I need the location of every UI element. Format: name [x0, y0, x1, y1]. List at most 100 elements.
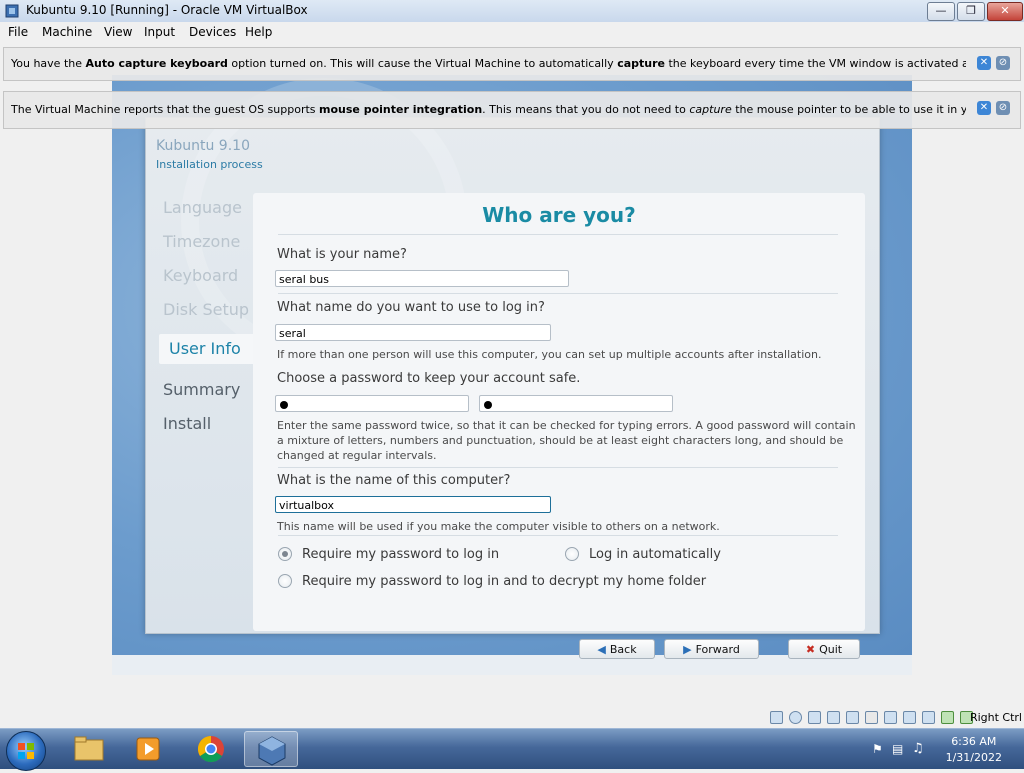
password-mask: [484, 401, 492, 409]
shared-folders-icon[interactable]: [865, 711, 878, 724]
media-player-icon: [136, 737, 160, 761]
minimize-icon: —: [935, 4, 947, 17]
system-tray: ⚑ ▤ ♫ 6:36 AM 1/31/2022: [854, 729, 1024, 769]
computer-name-label: What is the name of this computer?: [277, 473, 511, 488]
require-password-decrypt-radio[interactable]: [278, 574, 292, 588]
back-button[interactable]: ◀ Back: [579, 639, 655, 659]
display-icon[interactable]: [884, 711, 897, 724]
virtualbox-icon: [258, 736, 286, 766]
menu-devices[interactable]: Devices: [189, 25, 236, 39]
username-field[interactable]: seral: [275, 324, 551, 341]
action-center-icon[interactable]: ⚑: [872, 742, 883, 756]
menu-view[interactable]: View: [104, 25, 132, 39]
clock-time: 6:36 AM: [951, 735, 997, 748]
step-user-info: User Info: [159, 334, 261, 364]
require-password-decrypt-label[interactable]: Require my password to log in and to dec…: [302, 574, 706, 589]
separator: [278, 467, 838, 468]
maximize-button[interactable]: ❐: [957, 2, 985, 21]
keyboard-capture-notification: You have the Auto capture keyboard optio…: [3, 47, 1021, 81]
menu-help[interactable]: Help: [245, 25, 272, 39]
vm-status-bar: Right Ctrl: [0, 706, 1024, 728]
login-automatically-radio[interactable]: [565, 547, 579, 561]
notification-dismiss-forever-button[interactable]: ⊘: [996, 101, 1010, 115]
name-label: What is your name?: [277, 247, 407, 262]
password-label: Choose a password to keep your account s…: [277, 371, 581, 386]
chrome-icon: [197, 735, 224, 763]
back-label: Back: [609, 643, 637, 656]
step-language: Language: [163, 198, 242, 217]
step-keyboard: Keyboard: [163, 266, 239, 285]
step-install: Install: [163, 414, 212, 433]
clock[interactable]: 6:36 AM 1/31/2022: [946, 734, 1002, 766]
mouse-integration-notification: The Virtual Machine reports that the gue…: [3, 91, 1021, 129]
require-password-radio[interactable]: [278, 547, 292, 561]
close-icon: ✕: [979, 57, 989, 68]
clock-date: 1/31/2022: [945, 751, 1002, 764]
taskbar-virtualbox[interactable]: [244, 731, 298, 767]
login-hint: If more than one person will use this co…: [277, 348, 822, 361]
forward-label: Forward: [695, 643, 740, 656]
dismiss-forever-icon: ⊘: [998, 57, 1008, 68]
audio-icon[interactable]: [808, 711, 821, 724]
video-capture-icon[interactable]: [903, 711, 916, 724]
close-icon: ✕: [979, 102, 989, 113]
usb-icon[interactable]: [846, 711, 859, 724]
hard-disk-icon[interactable]: [770, 711, 783, 724]
keyboard-notification-text: You have the Auto capture keyboard optio…: [11, 57, 966, 70]
separator: [278, 234, 838, 235]
step-summary: Summary: [163, 380, 241, 399]
window-titlebar: Kubuntu 9.10 [Running] - Oracle VM Virtu…: [0, 0, 1024, 23]
installer-window: Kubuntu 9.10 Installation process Langua…: [145, 78, 880, 659]
restore-icon: ❐: [966, 4, 976, 17]
login-automatically-label[interactable]: Log in automatically: [589, 547, 721, 562]
taskbar: ⚑ ▤ ♫ 6:36 AM 1/31/2022: [0, 728, 1024, 771]
full-name-field[interactable]: seral bus: [275, 270, 569, 287]
menu-machine[interactable]: Machine: [42, 25, 92, 39]
optical-drive-icon[interactable]: [789, 711, 802, 724]
notification-close-button[interactable]: ✕: [977, 101, 991, 115]
menu-bar: File Machine View Input Devices Help: [0, 22, 1024, 42]
login-label: What name do you want to use to log in?: [277, 300, 545, 315]
vm-display[interactable]: Kubuntu 9.10 Installation process Langua…: [0, 42, 1024, 708]
menu-file[interactable]: File: [8, 25, 28, 39]
separator: [278, 293, 838, 294]
installer-subtitle: Installation process: [156, 158, 263, 171]
computer-name-field[interactable]: virtualbox: [275, 496, 551, 513]
windows-logo-icon: [18, 743, 34, 759]
window-title: Kubuntu 9.10 [Running] - Oracle VM Virtu…: [26, 3, 308, 17]
user-info-panel: Who are you? What is your name? seral bu…: [253, 193, 865, 631]
notification-dismiss-forever-button[interactable]: ⊘: [996, 56, 1010, 70]
notification-close-button[interactable]: ✕: [977, 56, 991, 70]
folder-icon: [74, 736, 104, 761]
virtualization-icon[interactable]: [922, 711, 935, 724]
menu-input[interactable]: Input: [144, 25, 175, 39]
computer-name-hint: This name will be used if you make the c…: [277, 520, 720, 533]
forward-button[interactable]: ▶ Forward: [664, 639, 759, 659]
radio-selected-dot: [282, 551, 288, 557]
arrow-right-icon: ▶: [683, 643, 692, 656]
page-heading: Who are you?: [482, 203, 636, 227]
password-field[interactable]: [275, 395, 469, 412]
close-button[interactable]: ✕: [987, 2, 1023, 21]
arrow-left-icon: ◀: [597, 643, 606, 656]
host-key-label: Right Ctrl: [969, 711, 1022, 724]
network-icon[interactable]: [827, 711, 840, 724]
taskbar-chrome[interactable]: [184, 731, 238, 767]
virtualbox-app-icon: [5, 4, 19, 18]
minimize-button[interactable]: —: [927, 2, 955, 21]
password-mask: [280, 401, 288, 409]
separator: [278, 535, 838, 536]
volume-icon[interactable]: ♫: [912, 741, 924, 756]
mouse-notification-text: The Virtual Machine reports that the gue…: [11, 103, 966, 116]
mouse-integration-icon[interactable]: [941, 711, 954, 724]
close-icon: ✕: [1000, 4, 1010, 17]
confirm-password-field[interactable]: [479, 395, 673, 412]
taskbar-explorer[interactable]: [62, 731, 116, 767]
password-hint: Enter the same password twice, so that i…: [277, 419, 856, 462]
quit-button[interactable]: ✖ Quit: [788, 639, 860, 659]
step-timezone: Timezone: [163, 232, 241, 251]
start-button[interactable]: [6, 731, 46, 771]
require-password-label[interactable]: Require my password to log in: [302, 547, 499, 562]
network-tray-icon[interactable]: ▤: [892, 742, 903, 756]
taskbar-media-player[interactable]: [122, 731, 176, 767]
